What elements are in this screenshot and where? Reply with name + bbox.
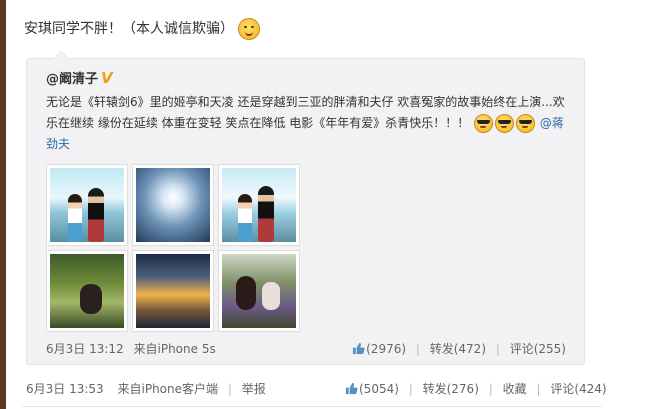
post-favorite-button[interactable]: 收藏 [503,382,527,396]
photo-thumbnail[interactable] [132,250,214,332]
photo-thumbnail[interactable] [46,250,128,332]
action-divider: | [495,342,500,356]
repost-meta: 6月3日 13:12 来自iPhone 5s [46,340,216,357]
action-divider: | [415,342,420,356]
photo-thumbnail[interactable] [218,250,300,332]
repost-author-line: @阚清子 V [46,68,113,87]
report-link[interactable]: 举报 [242,382,266,396]
action-divider: | [536,382,541,396]
mention-link-cont[interactable]: 劲夫 [46,137,70,151]
repost-text-part1b: 欢 [552,95,565,109]
post-meta: 6月3日 13:53 来自iPhone客户端 | 举报 [26,380,266,397]
post-comment-button[interactable]: 评论(424) [550,382,606,396]
repost-source: 来自iPhone 5s [133,342,216,356]
photo-thumbnail[interactable] [132,164,214,246]
post-text: 安琪同学不胖！（本人诚信欺骗） [24,18,260,40]
repost-actions: (2976) | 转发(472) | 评论(255) [352,340,566,357]
window-left-edge [0,0,6,409]
photo-image [50,168,124,242]
post-like-count: (5054) [359,382,399,396]
meta-divider: | [227,382,232,396]
action-divider: | [408,382,413,396]
repost-text: 无论是《轩辕剑6》里的姬亭和天凌 还是穿越到三亚的胖清和夫仔 欢喜冤家的故事始终… [46,92,571,155]
vip-badge-icon[interactable]: V [101,69,113,87]
post-divider [22,406,602,407]
photo-thumbnail[interactable] [218,164,300,246]
post-source: 来自iPhone客户端 [117,382,219,396]
post-like-button[interactable]: (5054) [345,382,403,396]
photo-image [222,254,296,328]
repost-text-part2: 乐在继续 缘份在延续 体重在变轻 笑点在降低 电影《年年有爱》杀青快乐！！！ [46,116,470,130]
photo-image [222,168,296,242]
photo-image [50,254,124,328]
repost-date-link[interactable]: 6月3日 13:12 [46,342,124,356]
photo-thumbnail[interactable] [46,164,128,246]
repost-like-count: (2976) [366,342,407,356]
post-date-link[interactable]: 6月3日 13:53 [26,382,104,396]
action-divider: | [488,382,493,396]
sunglasses-emoji-icon [474,114,494,133]
repost-card: @阚清子 V 无论是《轩辕剑6》里的姬亭和天凌 还是穿越到三亚的胖清和夫仔 欢喜冤… [26,51,585,365]
repost-author-link[interactable]: @阚清子 [46,72,98,87]
post-repost-button[interactable]: 转发(276) [423,382,479,396]
mention-link[interactable]: @蒋 [540,116,564,130]
thumbs-up-icon [353,342,365,355]
repost-comment-button[interactable]: 评论(255) [510,342,566,356]
sunglasses-emoji-icon [516,114,536,133]
repost-text-part1: 无论是《轩辕剑6》里的姬亭和天凌 还是穿越到三亚的胖清和夫仔 欢喜冤家的故事始终… [46,95,553,109]
repost-repost-button[interactable]: 转发(472) [430,342,486,356]
repost-card-pointer [53,51,69,59]
repost-like-button[interactable]: (2976) [352,342,410,356]
sunglasses-emoji-icon [495,114,515,133]
post-actions: (5054) | 转发(276) | 收藏 | 评论(424) [345,380,607,397]
grimace-emoji-icon [238,18,260,40]
photo-image [136,168,210,242]
photo-image [136,254,210,328]
post-text-body: 安琪同学不胖！（本人诚信欺骗） [24,21,234,37]
thumbs-up-icon [345,382,358,395]
